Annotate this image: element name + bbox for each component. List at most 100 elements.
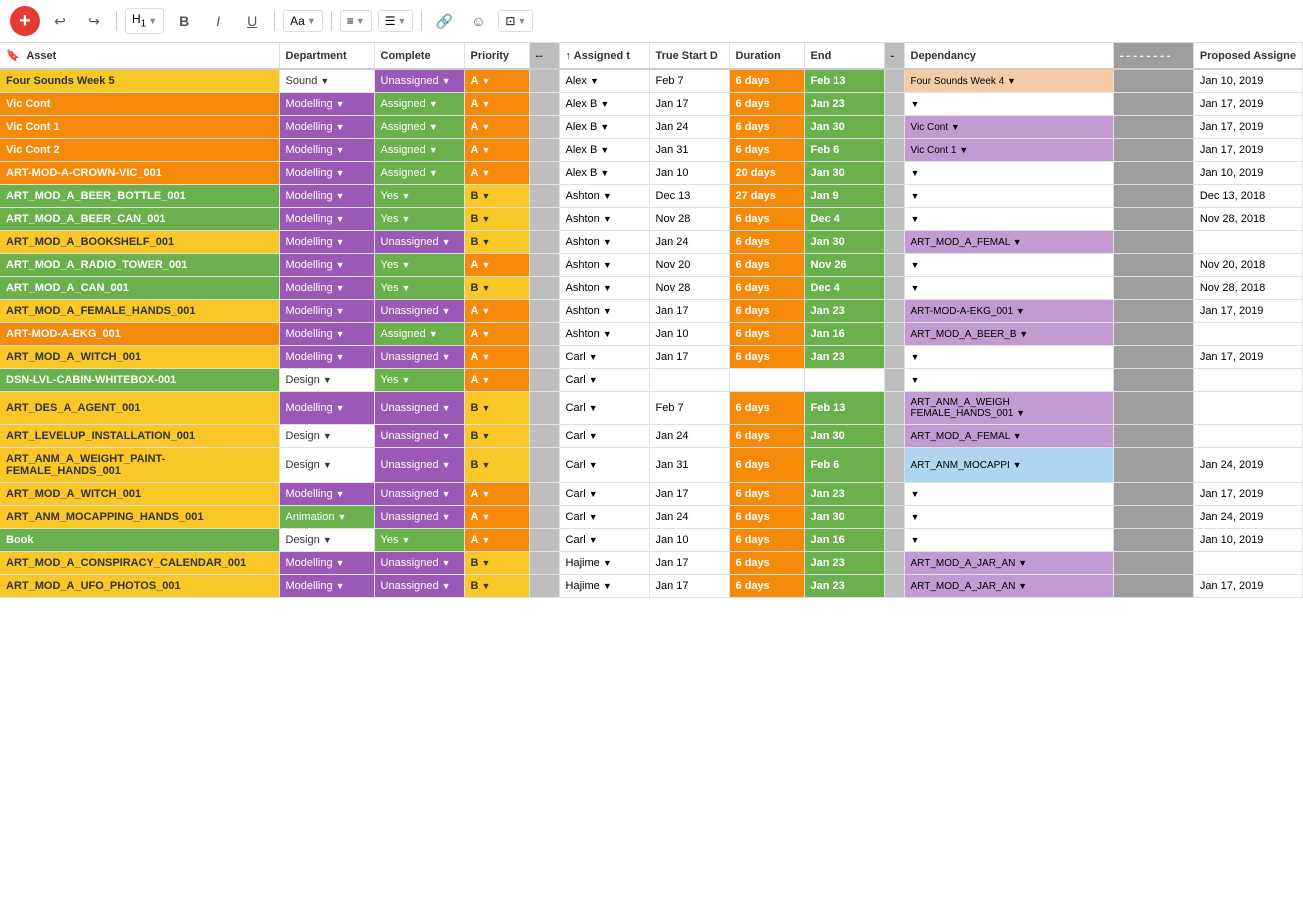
dept-cell[interactable]: Modelling ▼ — [279, 231, 374, 254]
dept-cell[interactable]: Modelling ▼ — [279, 93, 374, 116]
complete-cell[interactable]: Assigned ▼ — [374, 162, 464, 185]
priority-cell[interactable]: B ▼ — [464, 575, 529, 598]
assigned-cell[interactable]: Carl ▼ — [559, 369, 649, 392]
priority-cell[interactable]: A ▼ — [464, 139, 529, 162]
asset-cell[interactable]: ART_MOD_A_BEER_CAN_001 — [0, 208, 279, 231]
asset-cell[interactable]: ART_ANM_MOCAPPING_HANDS_001 — [0, 506, 279, 529]
dept-cell[interactable]: Modelling ▼ — [279, 116, 374, 139]
complete-cell[interactable]: Unassigned ▼ — [374, 346, 464, 369]
col-header-complete[interactable]: Complete — [374, 43, 464, 69]
col-header-duration[interactable]: Duration — [729, 43, 804, 69]
priority-cell[interactable]: A ▼ — [464, 346, 529, 369]
assigned-cell[interactable]: Carl ▼ — [559, 483, 649, 506]
asset-cell[interactable]: ART-MOD-A-EKG_001 — [0, 323, 279, 346]
dep-cell[interactable]: ▼ — [904, 208, 1113, 231]
asset-cell[interactable]: Vic Cont 1 — [0, 116, 279, 139]
complete-cell[interactable]: Yes ▼ — [374, 529, 464, 552]
assigned-cell[interactable]: Ashton ▼ — [559, 300, 649, 323]
complete-cell[interactable]: Yes ▼ — [374, 185, 464, 208]
assigned-cell[interactable]: Alex ▼ — [559, 69, 649, 93]
priority-cell[interactable]: A ▼ — [464, 506, 529, 529]
complete-cell[interactable]: Unassigned ▼ — [374, 506, 464, 529]
asset-cell[interactable]: DSN-LVL-CABIN-WHITEBOX-001 — [0, 369, 279, 392]
dept-cell[interactable]: Modelling ▼ — [279, 392, 374, 425]
asset-cell[interactable]: ART_MOD_A_WITCH_001 — [0, 346, 279, 369]
asset-cell[interactable]: ART_MOD_A_FEMALE_HANDS_001 — [0, 300, 279, 323]
dept-cell[interactable]: Modelling ▼ — [279, 575, 374, 598]
complete-cell[interactable]: Assigned ▼ — [374, 323, 464, 346]
assigned-cell[interactable]: Carl ▼ — [559, 425, 649, 448]
assigned-cell[interactable]: Ashton ▼ — [559, 277, 649, 300]
link-button[interactable]: 🔗 — [430, 7, 458, 35]
complete-cell[interactable]: Unassigned ▼ — [374, 483, 464, 506]
assigned-cell[interactable]: Alex B ▼ — [559, 93, 649, 116]
complete-cell[interactable]: Unassigned ▼ — [374, 231, 464, 254]
complete-cell[interactable]: Unassigned ▼ — [374, 69, 464, 93]
col-header-dept[interactable]: Department — [279, 43, 374, 69]
col-header-truestart[interactable]: True Start D — [649, 43, 729, 69]
asset-cell[interactable]: ART_LEVELUP_INSTALLATION_001 — [0, 425, 279, 448]
priority-cell[interactable]: A ▼ — [464, 116, 529, 139]
dep-cell[interactable]: ART_MOD_A_JAR_AN ▼ — [904, 552, 1113, 575]
assigned-cell[interactable]: Ashton ▼ — [559, 254, 649, 277]
complete-cell[interactable]: Unassigned ▼ — [374, 552, 464, 575]
priority-cell[interactable]: A ▼ — [464, 300, 529, 323]
asset-cell[interactable]: ART_DES_A_AGENT_001 — [0, 392, 279, 425]
priority-cell[interactable]: A ▼ — [464, 369, 529, 392]
dept-cell[interactable]: Design ▼ — [279, 448, 374, 483]
dep-cell[interactable]: ▼ — [904, 185, 1113, 208]
dep-cell[interactable]: ART_MOD_A_FEMAL ▼ — [904, 231, 1113, 254]
complete-cell[interactable]: Yes ▼ — [374, 369, 464, 392]
list-dropdown[interactable]: ☰ ▼ — [378, 10, 414, 32]
assigned-cell[interactable]: Carl ▼ — [559, 506, 649, 529]
dep-cell[interactable]: ▼ — [904, 369, 1113, 392]
asset-cell[interactable]: ART_MOD_A_CAN_001 — [0, 277, 279, 300]
priority-cell[interactable]: A ▼ — [464, 254, 529, 277]
dept-cell[interactable]: Design ▼ — [279, 425, 374, 448]
priority-cell[interactable]: A ▼ — [464, 529, 529, 552]
dep-cell[interactable]: ART_MOD_A_BEER_B ▼ — [904, 323, 1113, 346]
priority-cell[interactable]: B ▼ — [464, 448, 529, 483]
col-header-end[interactable]: End — [804, 43, 884, 69]
dep-cell[interactable]: ▼ — [904, 529, 1113, 552]
assigned-cell[interactable]: Ashton ▼ — [559, 323, 649, 346]
col-header-dep[interactable]: Dependancy — [904, 43, 1113, 69]
assigned-cell[interactable]: Carl ▼ — [559, 346, 649, 369]
priority-cell[interactable]: B ▼ — [464, 208, 529, 231]
priority-cell[interactable]: A ▼ — [464, 162, 529, 185]
heading-dropdown[interactable]: H1 ▼ — [125, 8, 164, 33]
dept-cell[interactable]: Animation ▼ — [279, 506, 374, 529]
asset-cell[interactable]: ART_MOD_A_UFO_PHOTOS_001 — [0, 575, 279, 598]
emoji-button[interactable]: ☺ — [464, 7, 492, 35]
redo-button[interactable]: ↪ — [80, 7, 108, 35]
dep-cell[interactable]: ART_MOD_A_JAR_AN ▼ — [904, 575, 1113, 598]
asset-cell[interactable]: Vic Cont — [0, 93, 279, 116]
dep-cell[interactable]: ART_ANM_A_WEIGH FEMALE_HANDS_001 ▼ — [904, 392, 1113, 425]
complete-cell[interactable]: Assigned ▼ — [374, 139, 464, 162]
dep-cell[interactable]: ART_MOD_A_FEMAL ▼ — [904, 425, 1113, 448]
priority-cell[interactable]: B ▼ — [464, 392, 529, 425]
dep-cell[interactable]: Vic Cont 1 ▼ — [904, 139, 1113, 162]
dep-cell[interactable]: ▼ — [904, 506, 1113, 529]
dep-cell[interactable]: ▼ — [904, 254, 1113, 277]
dep-cell[interactable]: Four Sounds Week 4 ▼ — [904, 69, 1113, 93]
dept-cell[interactable]: Modelling ▼ — [279, 483, 374, 506]
asset-cell[interactable]: ART_MOD_A_BOOKSHELF_001 — [0, 231, 279, 254]
col-header-proposed[interactable]: Proposed Assigne — [1193, 43, 1302, 69]
embed-dropdown[interactable]: ⊡ ▼ — [498, 10, 533, 32]
assigned-cell[interactable]: Ashton ▼ — [559, 231, 649, 254]
asset-cell[interactable]: ART_ANM_A_WEIGHT_PAINT-FEMALE_HANDS_001 — [0, 448, 279, 483]
complete-cell[interactable]: Assigned ▼ — [374, 116, 464, 139]
assigned-cell[interactable]: Hajime ▼ — [559, 575, 649, 598]
dep-cell[interactable]: Vic Cont ▼ — [904, 116, 1113, 139]
col-header-assigned[interactable]: ↑ Assigned t — [559, 43, 649, 69]
assigned-cell[interactable]: Carl ▼ — [559, 448, 649, 483]
font-dropdown[interactable]: Aa ▼ — [283, 10, 323, 32]
complete-cell[interactable]: Unassigned ▼ — [374, 575, 464, 598]
priority-cell[interactable]: A ▼ — [464, 483, 529, 506]
complete-cell[interactable]: Unassigned ▼ — [374, 448, 464, 483]
dep-cell[interactable]: ART_ANM_MOCAPPI ▼ — [904, 448, 1113, 483]
priority-cell[interactable]: B ▼ — [464, 277, 529, 300]
dept-cell[interactable]: Modelling ▼ — [279, 185, 374, 208]
complete-cell[interactable]: Unassigned ▼ — [374, 425, 464, 448]
